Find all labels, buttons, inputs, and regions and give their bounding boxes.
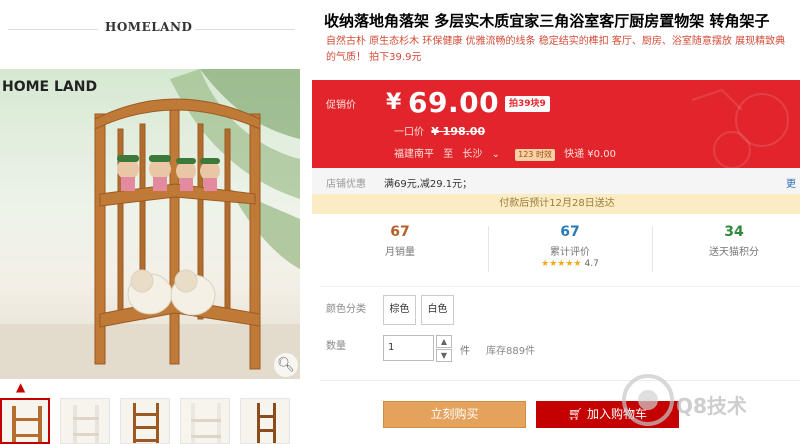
shop-discount-more-link[interactable]: 更 [786,175,796,190]
stat-divider [488,226,489,272]
buy-now-button[interactable]: 立刻购买 [383,401,526,428]
promo-price-label: 促销价 [326,100,356,111]
main-product-image[interactable]: HOME LAND 🔍︎ [0,69,300,379]
thumbnail-image [257,403,276,443]
ship-destination: 长沙 [462,149,483,160]
rating-score: 4.7 [584,259,599,269]
chevron-down-icon: ⌄ [488,149,500,160]
currency-symbol: ¥ [386,90,402,115]
stock-count: 库存889件 [486,346,536,357]
stat-number: 67 [390,224,410,240]
rating-stars: ★★★★★ 4.7 [490,259,650,269]
delivery-fee: 快递 ¥0.00 [564,149,616,160]
quantity-label: 数量 [326,341,346,352]
star-icons: ★★★★★ [541,259,582,269]
quantity-input[interactable]: 1 [383,335,434,361]
corner-shelf-illustration [0,69,300,379]
ship-destination-select[interactable]: 长沙 ⌄ [462,145,506,160]
subtitle-line-2: 的气质！ 拍下39.9元 [326,52,422,63]
stat-label: 送天猫积分 [709,247,759,258]
product-subtitle: 自然古朴 原生态杉木 环保健康 优雅流畅的线条 稳定结实的榫扣 客厅、厨房、浴室… [326,34,800,66]
brand-header: HOMELAND [0,0,305,58]
thumbnail-image [133,403,159,443]
product-info: 收纳落地角落架 多层实木质宜家三角浴室客厅厨房置物架 转角架子 自然古朴 原生态… [312,0,800,444]
price-panel: 促销价 ¥ 69.00 拍39块9 一口价 ¥ 198.00 福建南平 至 长沙… [312,80,800,168]
subtitle-line-1: 自然古朴 原生态杉木 环保健康 优雅流畅的线条 稳定结实的榫扣 客厅、厨房、浴室… [326,36,786,47]
thumbnail-3[interactable] [120,398,170,444]
original-price: ¥ 198.00 [431,125,486,138]
delivery-estimate: 付款后预计12月28日送达 [312,194,800,214]
brand-name: HOMELAND [105,20,193,34]
cart-icon: 🛒︎ [567,407,588,421]
stat-points: 34 送天猫积分 [654,222,800,278]
thumbnail-image [73,405,99,443]
watermark-text: Q8技术 [676,394,747,418]
thumbnail-image [191,403,221,443]
quantity-unit: 件 [460,346,470,357]
decorative-pattern [691,88,789,168]
deal-badge: 拍39块9 [505,96,550,112]
brand-divider-right [195,29,295,30]
delivery-time-badge: 123 时效 [515,149,555,161]
stat-label: 月销量 [385,247,415,258]
image-brand-text: HOME LAND [2,79,98,95]
promo-price: 69.00 [408,86,500,119]
shop-discount-label: 店铺优惠 [326,179,366,190]
stat-total-reviews[interactable]: 67 累计评价 ★★★★★ 4.7 [490,222,650,278]
thumbnail-5[interactable] [240,398,290,444]
color-option-label: 颜色分类 [326,304,366,315]
quantity-decrease-icon[interactable]: ▼ [436,349,452,362]
stat-number: 34 [724,224,744,240]
section-divider [320,286,800,287]
shop-discount-value: 满69元,减29.1元； [384,179,473,190]
stat-divider [652,226,653,272]
thumbnail-image [12,406,42,442]
stat-label: 累计评价 [550,247,590,258]
magnifier-icon[interactable]: 🔍︎ [274,353,298,377]
site-watermark: Q8技术 [620,372,800,432]
color-option-brown[interactable]: 棕色 [383,295,416,325]
ship-from: 福建南平 [394,149,434,160]
product-title: 收纳落地角落架 多层实木质宜家三角浴室客厅厨房置物架 转角架子 [324,12,770,30]
quantity-increase-icon[interactable]: ▲ [436,335,452,348]
shop-discount-row: 店铺优惠 满69元,减29.1元； 更 [312,168,800,194]
original-price-row: 一口价 ¥ 198.00 [394,123,485,138]
brand-divider-left [8,29,98,30]
ship-to-word: 至 [443,149,454,160]
thumbnail-2[interactable] [60,398,110,444]
shipping-row: 福建南平 至 长沙 ⌄ 123 时效 快递 ¥0.00 [394,145,622,161]
product-gallery: HOMELAND HOME LAND 🔍︎ ▲ [0,0,305,444]
color-option-white[interactable]: 白色 [421,295,454,325]
watermark-logo-icon [622,374,674,426]
thumbnail-1[interactable] [0,398,50,444]
chevron-up-icon[interactable]: ▲ [16,380,25,394]
sales-stats: 67 月销量 67 累计评价 ★★★★★ 4.7 34 送天猫积分 [320,222,800,278]
stat-monthly-sales: 67 月销量 [320,222,480,278]
thumbnail-strip [0,396,305,444]
thumbnail-4[interactable] [180,398,230,444]
stat-number: 67 [560,224,580,240]
original-price-label: 一口价 [394,127,424,138]
